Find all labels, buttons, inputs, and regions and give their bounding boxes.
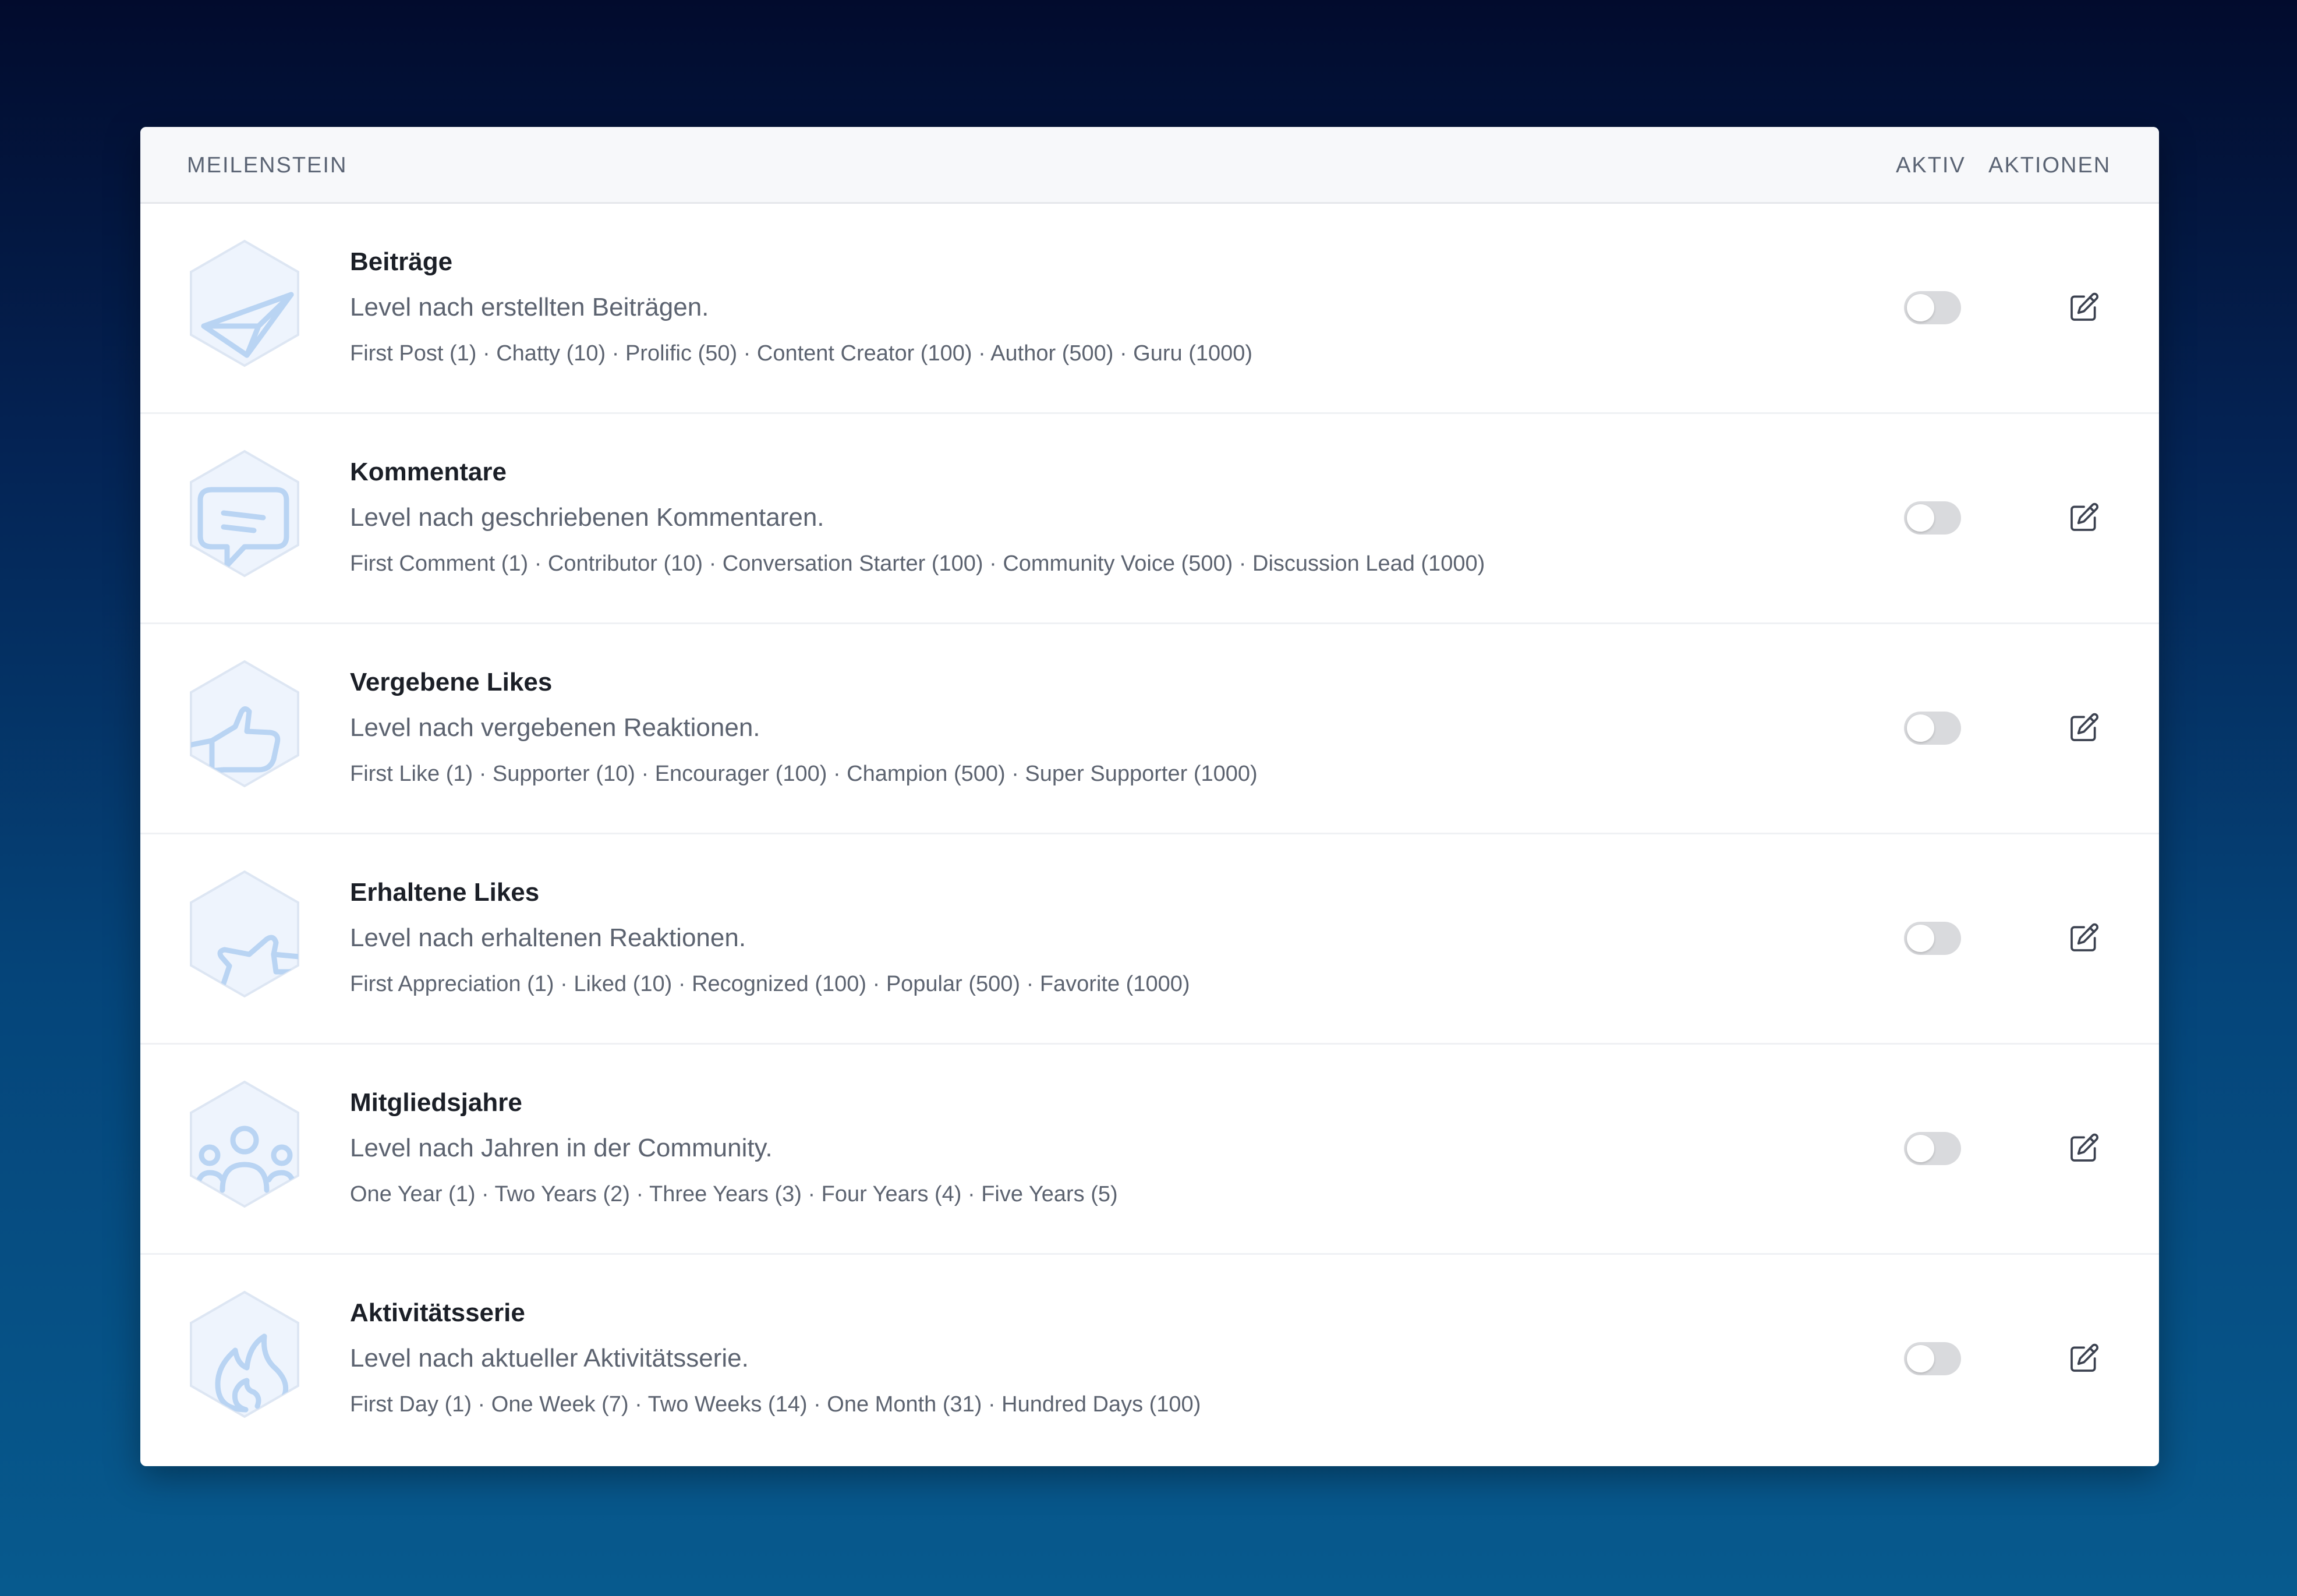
toggle-knob [1907,1135,1934,1162]
milestone-description: Level nach geschriebenen Kommentaren. [350,503,824,532]
milestone-description: Level nach Jahren in der Community. [350,1134,773,1162]
active-toggle[interactable] [1904,1132,1961,1165]
edit-icon [2071,713,2098,741]
toggle-knob [1907,714,1934,742]
flame-icon [189,1290,300,1419]
milestone-levels: First Day (1) · One Week (7) · Two Weeks… [350,1392,1201,1417]
milestone-description: Level nach vergebenen Reaktionen. [350,713,760,742]
toggle-knob [1907,925,1934,952]
toggle-knob [1907,1345,1934,1372]
milestone-title: Vergebene Likes [350,668,553,696]
table-row: Beiträge Level nach erstellten Beiträgen… [140,204,2159,414]
column-header-active: AKTIV [1896,153,1966,178]
table-row: Vergebene Likes Level nach vergebenen Re… [140,624,2159,834]
edit-icon [2071,923,2098,951]
table-header: MEILENSTEIN AKTIV AKTIONEN [140,127,2159,204]
milestone-levels: First Post (1) · Chatty (10) · Prolific … [350,341,1253,366]
edit-button[interactable] [2065,288,2103,327]
milestone-description: Level nach erstellten Beiträgen. [350,293,709,321]
active-toggle[interactable] [1904,712,1961,745]
edit-button[interactable] [2065,919,2103,957]
edit-icon [2071,1133,2098,1162]
thumbs-up-icon [189,659,300,788]
active-toggle[interactable] [1904,1342,1961,1375]
active-toggle[interactable] [1904,501,1961,535]
milestone-levels: One Year (1) · Two Years (2) · Three Yea… [350,1182,1118,1206]
table-row: Kommentare Level nach geschriebenen Komm… [140,414,2159,624]
table-row: Mitgliedsjahre Level nach Jahren in der … [140,1045,2159,1255]
edit-icon [2071,502,2098,531]
column-header-actions: AKTIONEN [1988,153,2111,178]
milestone-title: Beiträge [350,247,453,276]
milestone-title: Erhaltene Likes [350,878,540,907]
milestone-title: Mitgliedsjahre [350,1088,522,1117]
edit-button[interactable] [2065,1129,2103,1167]
active-toggle[interactable] [1904,922,1961,955]
milestone-levels: First Like (1) · Supporter (10) · Encour… [350,762,1258,786]
edit-button[interactable] [2065,1339,2103,1378]
edit-icon [2071,292,2098,321]
column-header-milestone: MEILENSTEIN [187,153,348,178]
users-icon [189,1080,300,1209]
milestone-description: Level nach erhaltenen Reaktionen. [350,923,746,952]
milestone-title: Aktivitätsserie [350,1298,525,1327]
thumbs-up-icon [189,869,300,999]
milestone-description: Level nach aktueller Aktivitätsserie. [350,1344,749,1372]
active-toggle[interactable] [1904,291,1961,324]
milestones-table: MEILENSTEIN AKTIV AKTIONEN Beiträge Leve… [140,127,2159,1466]
edit-icon [2071,1343,2098,1372]
milestone-levels: First Comment (1) · Contributor (10) · C… [350,551,1485,576]
comment-icon [189,449,300,578]
milestone-title: Kommentare [350,458,507,486]
toggle-knob [1907,294,1934,321]
toggle-knob [1907,504,1934,532]
edit-button[interactable] [2065,498,2103,537]
milestone-levels: First Appreciation (1) · Liked (10) · Re… [350,972,1190,996]
paper-plane-icon [189,239,300,368]
table-row: Erhaltene Likes Level nach erhaltenen Re… [140,834,2159,1045]
table-row: Aktivitätsserie Level nach aktueller Akt… [140,1255,2159,1465]
edit-button[interactable] [2065,709,2103,747]
